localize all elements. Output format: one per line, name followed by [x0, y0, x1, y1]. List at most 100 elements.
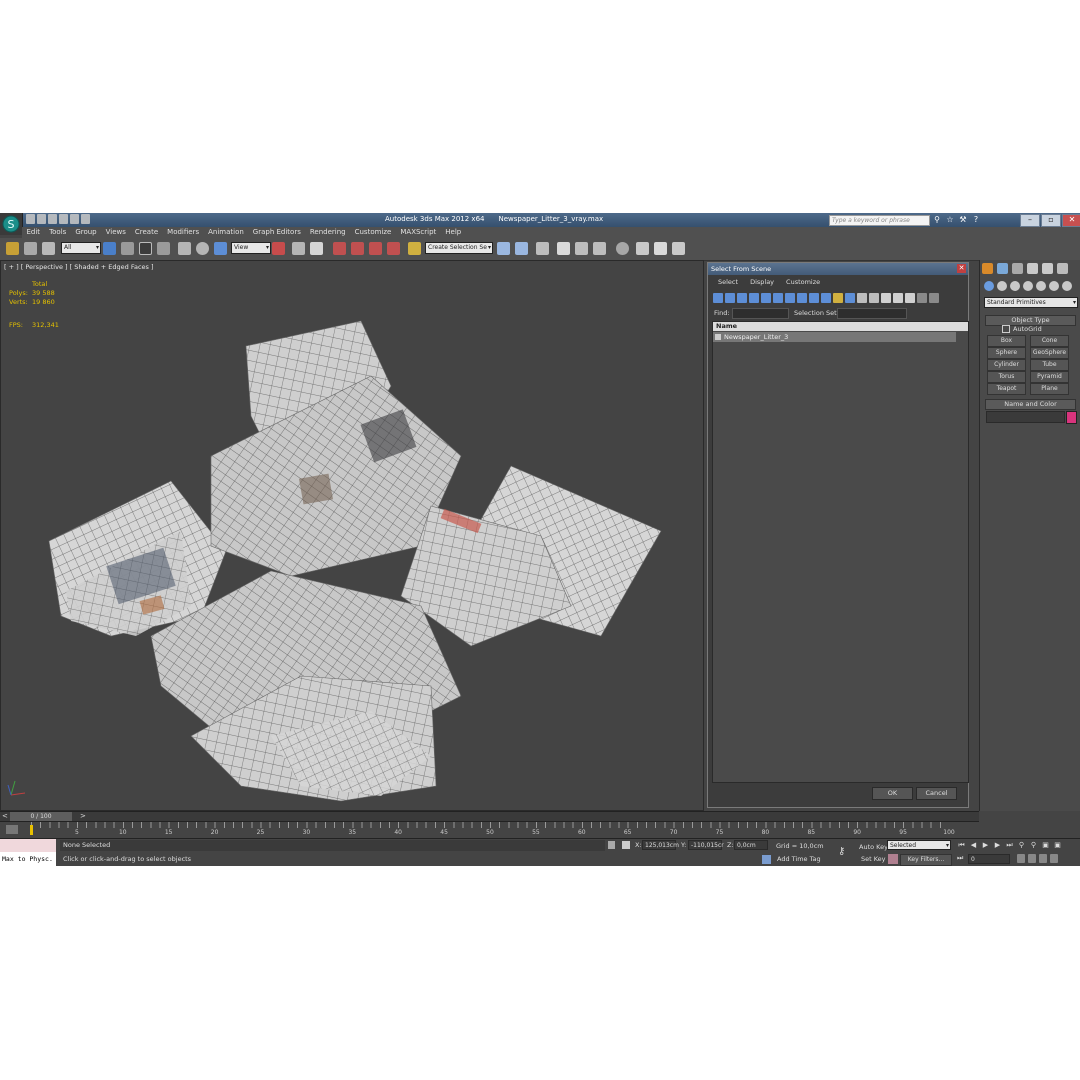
- zoom-all-icon[interactable]: ⚲: [1029, 841, 1038, 850]
- shapes-category-icon[interactable]: [997, 281, 1007, 291]
- select-object-icon[interactable]: [103, 242, 116, 255]
- menu-help[interactable]: Help: [441, 227, 466, 238]
- cylinder-button[interactable]: Cylinder: [987, 359, 1026, 371]
- link-icon[interactable]: [6, 242, 19, 255]
- star-icon[interactable]: ☆: [946, 215, 954, 224]
- display-shapes-icon[interactable]: [725, 293, 735, 303]
- key-mode-icon[interactable]: ⏭: [957, 854, 963, 863]
- orbit-icon[interactable]: [1039, 854, 1047, 863]
- absolute-mode-icon[interactable]: [622, 841, 630, 849]
- scene-object-list[interactable]: Name Newspaper_Litter_3: [712, 321, 969, 783]
- object-color-swatch[interactable]: [1066, 411, 1077, 424]
- minimize-button[interactable]: –: [1020, 214, 1040, 227]
- save-file-icon[interactable]: [48, 214, 57, 224]
- scale-icon[interactable]: [214, 242, 227, 255]
- menu-animation[interactable]: Animation: [204, 227, 249, 238]
- display-groups-icon[interactable]: [785, 293, 795, 303]
- z-coordinate-input[interactable]: 0,0cm: [734, 840, 768, 850]
- go-to-end-icon[interactable]: ⏭: [1005, 841, 1014, 850]
- bind-spacewarp-icon[interactable]: [42, 242, 55, 255]
- unlink-icon[interactable]: [24, 242, 37, 255]
- zoom-extents-all-icon[interactable]: ▣: [1053, 841, 1062, 850]
- teapot-button[interactable]: Teapot: [987, 383, 1026, 395]
- hierarchy-tab-icon[interactable]: [1012, 263, 1023, 274]
- help-icon[interactable]: ?: [972, 215, 980, 224]
- display-bones-icon[interactable]: [809, 293, 819, 303]
- plane-button[interactable]: Plane: [1030, 383, 1069, 395]
- previous-frame-icon[interactable]: ◀: [969, 841, 978, 850]
- next-frame-icon[interactable]: ▶: [993, 841, 1002, 850]
- selection-set-dropdown[interactable]: [837, 308, 907, 319]
- cancel-button[interactable]: Cancel: [916, 787, 957, 800]
- open-file-icon[interactable]: [37, 214, 46, 224]
- display-containers-icon[interactable]: [821, 293, 831, 303]
- dialog-close-button[interactable]: ✕: [957, 264, 966, 273]
- sphere-button[interactable]: Sphere: [987, 347, 1026, 359]
- render-setup-icon[interactable]: [636, 242, 649, 255]
- display-frozen-icon[interactable]: [833, 293, 843, 303]
- menu-modifiers[interactable]: Modifiers: [163, 227, 204, 238]
- filter-icon[interactable]: [917, 293, 927, 303]
- key-selection-dropdown[interactable]: Selected: [887, 840, 951, 851]
- display-tab-icon[interactable]: [1042, 263, 1053, 274]
- maxscript-output[interactable]: Max to Physc.: [0, 852, 56, 866]
- rendered-frame-window-icon[interactable]: [654, 242, 667, 255]
- zoom-extents-icon[interactable]: ▣: [1041, 841, 1050, 850]
- perspective-viewport[interactable]: [ + ] [ Perspective ] [ Shaded + Edged F…: [0, 260, 704, 811]
- zoom-icon[interactable]: ⚲: [1017, 841, 1026, 850]
- select-all-icon[interactable]: [893, 293, 903, 303]
- pivot-center-icon[interactable]: [272, 242, 285, 255]
- redo-icon[interactable]: [70, 214, 79, 224]
- spacewarps-category-icon[interactable]: [1049, 281, 1059, 291]
- display-lights-icon[interactable]: [737, 293, 747, 303]
- keyboard-shortcut-override-icon[interactable]: [310, 242, 323, 255]
- edit-named-selection-icon[interactable]: [408, 242, 421, 255]
- select-manipulate-icon[interactable]: [292, 242, 305, 255]
- primitive-type-dropdown[interactable]: Standard Primitives: [984, 297, 1078, 308]
- find-input[interactable]: [732, 308, 789, 319]
- rotate-icon[interactable]: [196, 242, 209, 255]
- dialog-menu-select[interactable]: Select: [712, 278, 744, 286]
- viewport-label[interactable]: [ + ] [ Perspective ] [ Shaded + Edged F…: [4, 263, 154, 271]
- tube-button[interactable]: Tube: [1030, 359, 1069, 371]
- time-slider-prev-icon[interactable]: <: [2, 812, 8, 821]
- app-menu-button[interactable]: S: [0, 213, 23, 235]
- filter-options-icon[interactable]: [929, 293, 939, 303]
- y-coordinate-input[interactable]: -110,015cr: [688, 840, 724, 850]
- object-name-input[interactable]: [986, 411, 1065, 423]
- set-key-button[interactable]: Set Key: [861, 854, 886, 864]
- display-none-icon[interactable]: [869, 293, 879, 303]
- render-production-icon[interactable]: [672, 242, 685, 255]
- display-all-icon[interactable]: [857, 293, 867, 303]
- menu-edit[interactable]: Edit: [22, 227, 45, 238]
- cone-button[interactable]: Cone: [1030, 335, 1069, 347]
- maxscript-listener-mini[interactable]: [0, 839, 56, 852]
- maximize-button[interactable]: ▫: [1041, 214, 1061, 227]
- key-icon[interactable]: ⚷: [838, 846, 845, 857]
- display-spacewarps-icon[interactable]: [773, 293, 783, 303]
- systems-category-icon[interactable]: [1062, 281, 1072, 291]
- box-button[interactable]: Box: [987, 335, 1026, 347]
- project-folder-icon[interactable]: [81, 214, 90, 224]
- percent-snap-icon[interactable]: [369, 242, 382, 255]
- menu-maxscript[interactable]: MAXScript: [396, 227, 441, 238]
- mini-curve-editor-icon[interactable]: [6, 825, 18, 834]
- menu-tools[interactable]: Tools: [45, 227, 71, 238]
- track-bar[interactable]: 5 10 15 20 25 30 35 40 45 50 55 60 65 70 75 80 85 90 95 100: [0, 821, 979, 839]
- key-filters-button[interactable]: Key Filters...: [900, 854, 952, 866]
- time-slider-next-icon[interactable]: >: [80, 812, 86, 821]
- dialog-menu-customize[interactable]: Customize: [780, 278, 826, 286]
- close-button[interactable]: ✕: [1062, 214, 1080, 227]
- menu-create[interactable]: Create: [130, 227, 162, 238]
- utilities-tab-icon[interactable]: [1057, 263, 1068, 274]
- select-none-icon[interactable]: [905, 293, 915, 303]
- geosphere-button[interactable]: GeoSphere: [1030, 347, 1069, 359]
- default-tangent-icon[interactable]: [888, 854, 898, 864]
- lights-category-icon[interactable]: [1010, 281, 1020, 291]
- new-file-icon[interactable]: [26, 214, 35, 224]
- maximize-viewport-icon[interactable]: [1050, 854, 1058, 863]
- display-hidden-icon[interactable]: [845, 293, 855, 303]
- move-icon[interactable]: [178, 242, 191, 255]
- display-helpers-icon[interactable]: [761, 293, 771, 303]
- time-slider-thumb[interactable]: 0 / 100: [10, 812, 72, 821]
